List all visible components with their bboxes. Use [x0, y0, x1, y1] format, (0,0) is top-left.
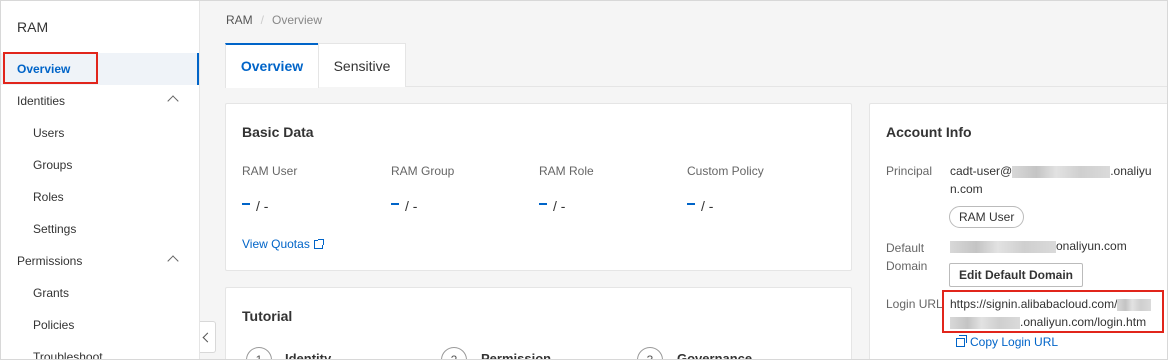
copy-icon	[956, 335, 967, 347]
basic-data-title: Basic Data	[242, 124, 314, 140]
login-url-part1: https://signin.alibabacloud.com/	[950, 297, 1118, 311]
stat-suffix: / -	[405, 198, 418, 214]
stat-value: / -	[391, 198, 417, 214]
stat-value: / -	[539, 198, 565, 214]
chevron-left-icon	[202, 332, 213, 343]
loading-dash-icon	[687, 203, 695, 206]
redacted-block	[950, 316, 1020, 329]
sidebar-collapse-button[interactable]	[200, 321, 216, 353]
stat-label: RAM Role	[539, 164, 594, 178]
edit-default-domain-button[interactable]: Edit Default Domain	[949, 263, 1084, 287]
ram-user-tag: RAM User	[949, 206, 1025, 228]
default-domain-label: Default Domain	[886, 239, 927, 275]
default-domain-value: onaliyun.com	[950, 237, 1127, 255]
tutorial-title: Tutorial	[242, 308, 293, 324]
principal-suffix-2: n.com	[950, 182, 983, 196]
default-domain-label-line2: Domain	[886, 259, 928, 273]
principal-label: Principal	[886, 164, 933, 178]
stat-custom-policy: Custom Policy / -	[687, 164, 827, 214]
breadcrumb: RAM / Overview	[226, 13, 322, 27]
principal-suffix: .onaliyu	[1110, 164, 1152, 178]
stat-ram-group: RAM Group / -	[391, 164, 531, 214]
sidebar-item-overview[interactable]: Overview	[1, 53, 199, 85]
sidebar-item-troubleshoot[interactable]: Troubleshoot	[1, 341, 199, 359]
loading-dash-icon	[539, 203, 547, 206]
redacted-block	[950, 240, 1056, 253]
principal-prefix: cadt-user@	[950, 164, 1013, 178]
redacted-block	[1117, 298, 1152, 311]
ram-console: RAM Overview Identities Users Groups Rol…	[0, 0, 1168, 360]
loading-dash-icon	[242, 203, 250, 206]
sidebar-item-roles[interactable]: Roles	[1, 181, 199, 213]
step-identity[interactable]: Identity	[285, 351, 331, 359]
chevron-up-icon	[167, 95, 179, 107]
stat-suffix: / -	[701, 198, 714, 214]
sidebar-item-identities[interactable]: Identities	[1, 85, 199, 117]
tab-overview[interactable]: Overview	[225, 43, 319, 88]
stat-value: / -	[242, 198, 268, 214]
sidebar-item-settings[interactable]: Settings	[1, 213, 199, 245]
default-domain-suffix: onaliyun.com	[1056, 239, 1127, 253]
breadcrumb-ram[interactable]: RAM	[226, 13, 253, 27]
default-domain-label-line1: Default	[886, 241, 925, 255]
principal-value: cadt-user@ .onaliyu n.com	[950, 162, 1160, 198]
loading-dash-icon	[391, 203, 399, 206]
stat-label: RAM User	[242, 164, 298, 178]
sidebar-title: RAM	[17, 19, 49, 35]
stat-value: / -	[687, 198, 713, 214]
step-governance[interactable]: Governance	[677, 351, 752, 359]
stat-suffix: / -	[553, 198, 566, 214]
sidebar-item-policies[interactable]: Policies	[1, 309, 199, 341]
chevron-up-icon	[167, 255, 179, 267]
stat-ram-role: RAM Role / -	[539, 164, 679, 214]
basic-data-card: Basic Data RAM User / - RAM Group / - RA…	[225, 103, 852, 271]
login-url-part2: .onaliyun.com/login.htm	[1020, 315, 1147, 329]
login-url-label: Login URL	[886, 297, 943, 311]
external-link-icon	[313, 239, 324, 249]
copy-login-url-label: Copy Login URL	[970, 335, 1059, 349]
breadcrumb-separator: /	[260, 13, 265, 27]
stat-label: RAM Group	[391, 164, 455, 178]
stat-label: Custom Policy	[687, 164, 764, 178]
stat-suffix: / -	[256, 198, 269, 214]
breadcrumb-current: Overview	[272, 13, 323, 27]
view-quotas-link[interactable]: View Quotas	[242, 237, 324, 251]
sidebar-item-label: Permissions	[17, 254, 83, 268]
tutorial-card: Tutorial	[225, 287, 852, 359]
sidebar: RAM Overview Identities Users Groups Rol…	[1, 1, 200, 359]
step-permission[interactable]: Permission	[481, 351, 551, 359]
tab-sensitive[interactable]: Sensitive	[318, 43, 406, 87]
sidebar-item-groups[interactable]: Groups	[1, 149, 199, 181]
login-url-link[interactable]: https://signin.alibabacloud.com/ .onaliy…	[950, 295, 1160, 331]
tab-bar: Overview Sensitive	[225, 43, 1167, 88]
sidebar-item-grants[interactable]: Grants	[1, 277, 199, 309]
sidebar-item-users[interactable]: Users	[1, 117, 199, 149]
stat-ram-user: RAM User / -	[242, 164, 382, 214]
redacted-block	[1012, 165, 1111, 178]
account-info-title: Account Info	[886, 124, 972, 140]
sidebar-item-label: Identities	[17, 94, 66, 108]
view-quotas-label: View Quotas	[242, 237, 310, 251]
sidebar-item-permissions[interactable]: Permissions	[1, 245, 199, 277]
copy-login-url-link[interactable]: Copy Login URL	[956, 335, 1058, 349]
